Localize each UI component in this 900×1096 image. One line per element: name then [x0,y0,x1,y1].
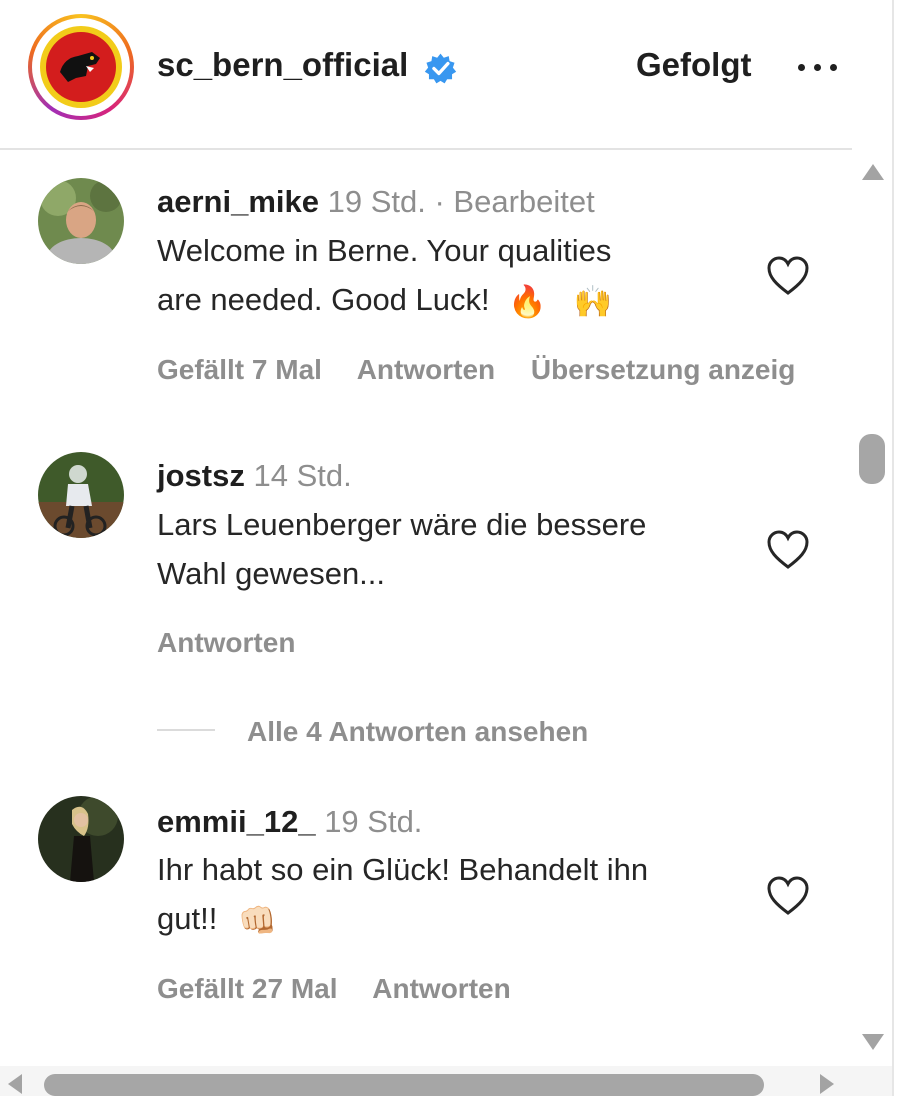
fist-emoji: 👊🏻 [237,903,277,939]
profile-avatar[interactable] [28,14,134,120]
reply-button[interactable]: Antworten [357,354,495,385]
header-username[interactable]: sc_bern_official [157,46,408,84]
comment-time: 14 Std. [253,458,352,493]
comment-username[interactable]: jostsz [157,458,245,493]
scroll-down-arrow-icon[interactable] [862,1034,884,1050]
view-all-replies-button[interactable]: Alle 4 Antworten ansehen [247,716,588,748]
user-avatar[interactable] [38,452,124,538]
reply-button[interactable]: Antworten [157,627,295,658]
vertical-scroll-thumb[interactable] [859,434,885,484]
comment-edited-label: · Bearbeitet [434,184,595,219]
comments-panel: sc_bern_official Gefolgt aerni_mike 19 S… [0,0,892,1096]
vertical-scrollbar[interactable] [852,150,892,1060]
comment-text: Welcome in Berne. Your qualities are nee… [157,226,612,326]
following-button[interactable]: Gefolgt [636,46,751,84]
comment-text-line: Lars Leuenberger wäre die bessere [157,507,647,542]
raising-hands-emoji: 🙌 [573,284,613,320]
post-header: sc_bern_official Gefolgt [0,0,892,148]
like-heart-icon[interactable] [766,256,810,296]
show-translation-button[interactable]: Übersetzung anzeig [531,354,795,385]
user-avatar[interactable] [38,178,124,264]
window-edge [892,0,894,1096]
user-avatar[interactable] [38,796,124,882]
reply-button[interactable]: Antworten [372,973,510,1004]
comment-text: Lars Leuenberger wäre die bessere Wahl g… [157,500,646,598]
sc-bern-logo-icon [46,32,116,102]
replies-divider [157,729,215,731]
fire-emoji: 🔥 [508,284,547,320]
scroll-up-arrow-icon[interactable] [862,164,884,180]
comment-time: 19 Std. [324,804,423,839]
comment-username[interactable]: aerni_mike [157,184,319,219]
comment-text-line: are needed. Good Luck! 🔥 🙌 [157,275,612,326]
comment-text-part: gut!! [157,901,218,936]
comment-text: Ihr habt so ein Glück! Behandelt ihn gut… [157,845,648,945]
scroll-right-arrow-icon[interactable] [820,1074,834,1094]
header-divider [0,148,852,150]
more-options-icon[interactable] [792,40,844,92]
comment-text-part: are needed. Good Luck! [157,282,490,317]
like-heart-icon[interactable] [766,530,810,570]
horizontal-scroll-thumb[interactable] [44,1074,764,1096]
comment-text-line: Ihr habt so ein Glück! Behandelt ihn [157,852,649,887]
verified-badge-icon [424,52,457,85]
comment-text-line: gut!! 👊🏻 [157,894,648,945]
comment-time: 19 Std. [327,184,426,219]
scroll-left-arrow-icon[interactable] [8,1074,22,1094]
likes-count[interactable]: Gefällt 7 Mal [157,354,322,385]
comment-text-line: Wahl gewesen... [157,556,386,591]
comment-text-line: Welcome in Berne. Your qualities [157,233,612,268]
like-heart-icon[interactable] [766,876,810,916]
likes-count[interactable]: Gefällt 27 Mal [157,973,338,1004]
comment-username[interactable]: emmii_12_ [157,804,316,839]
